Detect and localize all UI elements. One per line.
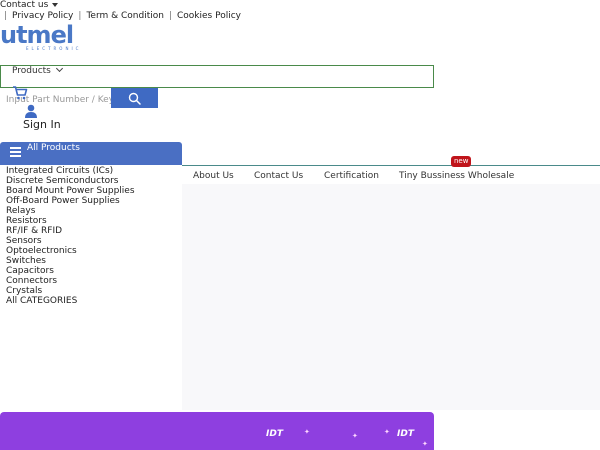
hero-panel: [182, 184, 600, 410]
search-category-dropdown[interactable]: Products: [12, 64, 63, 76]
all-products-label: All Products: [27, 143, 80, 153]
category-item-rf-if-rfid[interactable]: RF/IF & RFID: [6, 226, 135, 236]
contact-us-dropdown[interactable]: Contact us: [0, 0, 59, 10]
category-item-switches[interactable]: Switches: [6, 256, 135, 266]
cart-icon: [13, 86, 28, 100]
cart-button[interactable]: [12, 86, 28, 103]
category-item-crystals[interactable]: Crystals: [6, 286, 135, 296]
search-icon: [128, 92, 141, 105]
sparkle-icon: ✦: [304, 428, 310, 436]
search-bar: [0, 65, 434, 88]
category-item-all-categories[interactable]: All CATEGORIES: [6, 296, 135, 306]
sparkle-icon: ✦: [422, 440, 428, 448]
caret-down-icon: [52, 2, 59, 7]
nav-link-about-us[interactable]: About Us: [193, 171, 234, 181]
category-item-board-mount-power-supplies[interactable]: Board Mount Power Supplies: [6, 186, 135, 196]
nav-link-tiny-business-wholesale[interactable]: Tiny Bussiness Wholesale: [399, 171, 514, 181]
term-condition-link[interactable]: Term & Condition: [86, 11, 164, 21]
search-button[interactable]: [111, 88, 158, 108]
category-item-relays[interactable]: Relays: [6, 206, 135, 216]
chevron-down-icon: [55, 64, 63, 73]
category-item-off-board-power-supplies[interactable]: Off-Board Power Supplies: [6, 196, 135, 206]
user-icon: [25, 104, 37, 118]
utmel-logo[interactable]: utmel ELECTRONIC: [0, 21, 90, 52]
nav-divider: [182, 165, 600, 166]
category-item-resistors[interactable]: Resistors: [6, 216, 135, 226]
category-list: Integrated Circuits (ICs) Discrete Semic…: [6, 166, 135, 306]
contact-us-label: Contact us: [0, 0, 49, 10]
sign-in-link[interactable]: Sign In: [23, 118, 61, 131]
category-item-sensors[interactable]: Sensors: [6, 236, 135, 246]
hamburger-icon: [10, 147, 21, 159]
category-item-discrete-semiconductors[interactable]: Discrete Semiconductors: [6, 176, 135, 186]
nav-link-contact-us[interactable]: Contact Us: [254, 171, 303, 181]
all-products-menu-button[interactable]: All Products: [0, 142, 182, 165]
link-separator: |: [4, 11, 8, 21]
nav-link-certification[interactable]: Certification: [324, 171, 379, 181]
category-item-connectors[interactable]: Connectors: [6, 276, 135, 286]
category-item-optoelectronics[interactable]: Optoelectronics: [6, 246, 135, 256]
category-item-integrated-circuits[interactable]: Integrated Circuits (ICs): [6, 166, 135, 176]
top-links: | Privacy Policy | Term & Condition | Cookies…: [4, 11, 241, 21]
cookies-policy-link[interactable]: Cookies Policy: [177, 11, 241, 21]
new-badge: new: [451, 156, 472, 167]
search-category-label: Products: [12, 66, 51, 76]
privacy-policy-link[interactable]: Privacy Policy: [12, 11, 73, 21]
logo-wordmark: utmel: [0, 21, 74, 49]
category-item-capacitors[interactable]: Capacitors: [6, 266, 135, 276]
logo-tagline: ELECTRONIC: [26, 46, 82, 51]
link-separator: |: [78, 11, 82, 21]
sparkle-icon: ✦: [384, 428, 390, 436]
link-separator: |: [168, 11, 172, 21]
brand-logo-idt: IDT: [266, 429, 283, 439]
sparkle-icon: ✦: [352, 432, 358, 440]
brand-logo-idt: IDT: [397, 429, 414, 439]
promo-banner[interactable]: IDT IDT ✦ ✦ ✦ ✦: [0, 412, 434, 450]
